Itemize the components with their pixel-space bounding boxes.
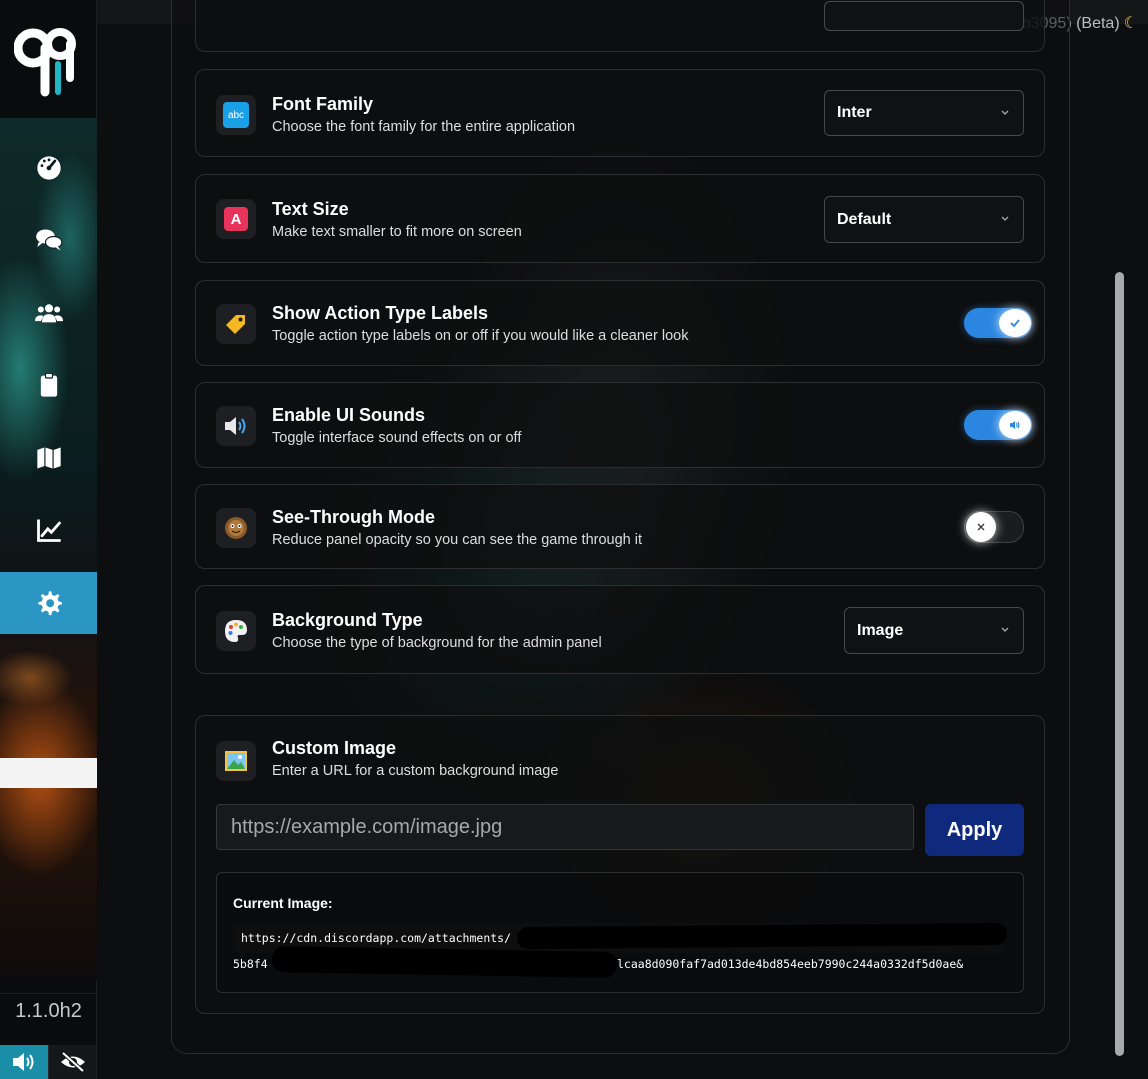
- see-through-card: See-Through Mode Reduce panel opacity so…: [195, 484, 1045, 569]
- background-type-title: Background Type: [272, 610, 423, 630]
- see-through-title: See-Through Mode: [272, 507, 435, 527]
- sidebar: 1.1.0h2: [0, 0, 97, 1079]
- ui-sounds-title: Enable UI Sounds: [272, 405, 426, 425]
- sidebar-item-settings[interactable]: [0, 572, 97, 634]
- apply-button[interactable]: Apply: [925, 804, 1024, 856]
- redaction-mark: [516, 922, 1008, 950]
- chat-icon: [35, 229, 62, 251]
- clipboard-icon: [40, 372, 57, 397]
- sidebar-item-users[interactable]: [0, 282, 97, 344]
- custom-image-title: Custom Image: [272, 738, 397, 758]
- gear-icon: [38, 591, 62, 616]
- map-icon: [36, 447, 61, 469]
- font-family-select[interactable]: Inter: [824, 90, 1024, 136]
- sidebar-item-chat[interactable]: [0, 209, 97, 271]
- chart-icon: [36, 519, 61, 542]
- background-type-description: Choose the type of background for the ad…: [272, 635, 602, 651]
- app-version: 1.1.0h2: [0, 993, 97, 1023]
- action-labels-title: Show Action Type Labels: [272, 303, 489, 323]
- letter-a-icon-text: A: [224, 207, 248, 231]
- speaker-icon: [13, 1053, 34, 1071]
- chevron-down-icon: [1001, 216, 1009, 221]
- current-image-box: Current Image: https://cdn.discordapp.co…: [216, 872, 1024, 993]
- sidebar-item-reports[interactable]: [0, 354, 97, 416]
- custom-image-description: Enter a URL for a custom background imag…: [272, 763, 559, 779]
- current-image-label: Current Image:: [233, 895, 333, 911]
- action-labels-toggle[interactable]: [964, 308, 1032, 338]
- text-size-card: A Text Size Make text smaller to fit mor…: [195, 174, 1045, 263]
- letter-a-icon: A: [216, 199, 256, 239]
- close-icon: [977, 523, 985, 531]
- font-family-description: Choose the font family for the entire ap…: [272, 119, 576, 135]
- text-size-description: Make text smaller to fit more on screen: [272, 224, 522, 240]
- chevron-down-icon: [1001, 627, 1009, 632]
- bottom-bar: [0, 1045, 97, 1079]
- abc-icon-text: abc: [223, 102, 249, 128]
- background-type-card: Background Type Choose the type of backg…: [195, 585, 1045, 674]
- image-icon: [216, 741, 256, 781]
- current-url-line-2-end: lcaa8d090faf7ad013de4bd854eeb7990c244a03…: [617, 957, 964, 971]
- toggle-knob: [999, 411, 1031, 439]
- abc-icon: abc: [216, 95, 256, 135]
- ui-sounds-card: Enable UI Sounds Toggle interface sound …: [195, 382, 1045, 468]
- moon-icon: ☾: [1123, 15, 1138, 32]
- scrollbar-thumb[interactable]: [1115, 272, 1124, 1056]
- text-size-title: Text Size: [272, 199, 349, 219]
- toggle-knob: [966, 512, 996, 542]
- sidebar-item-dashboard[interactable]: [0, 137, 97, 199]
- image-url-input[interactable]: [216, 804, 914, 850]
- chevron-down-icon: [1001, 110, 1009, 115]
- current-url-line-1: https://cdn.discordapp.com/attachments/: [241, 931, 512, 945]
- toggle-knob: [999, 309, 1031, 337]
- text-size-select[interactable]: Default: [824, 196, 1024, 243]
- speaker-icon: [216, 406, 256, 446]
- text-size-value: Default: [837, 210, 892, 228]
- settings-card-partial: [195, 0, 1045, 52]
- partial-select[interactable]: [824, 1, 1024, 31]
- current-url-line-2-start: 5b8f4: [233, 957, 268, 971]
- palette-icon: [216, 611, 256, 651]
- sidebar-item-stats[interactable]: [0, 499, 97, 561]
- see-through-description: Reduce panel opacity so you can see the …: [272, 532, 642, 548]
- dashboard-icon: [36, 156, 61, 180]
- tag-icon: [216, 304, 256, 344]
- redaction-mark: [271, 945, 618, 979]
- background-type-value: Image: [857, 621, 904, 639]
- action-labels-description: Toggle action type labels on or off if y…: [272, 328, 689, 344]
- font-family-card: abc Font Family Choose the font family f…: [195, 69, 1045, 157]
- font-family-value: Inter: [837, 104, 872, 121]
- speaker-icon: [1010, 420, 1020, 430]
- font-family-title: Font Family: [272, 94, 374, 114]
- see-through-toggle[interactable]: [964, 511, 1024, 543]
- sound-toggle-button[interactable]: [0, 1045, 48, 1079]
- sidebar-item-map[interactable]: [0, 427, 97, 489]
- app-logo: [13, 18, 80, 98]
- visibility-toggle-button[interactable]: [48, 1045, 96, 1079]
- cookie-icon: [216, 508, 256, 548]
- action-labels-card: Show Action Type Labels Toggle action ty…: [195, 280, 1045, 366]
- check-icon: [1010, 319, 1020, 328]
- background-type-select[interactable]: Image: [844, 607, 1024, 654]
- ui-sounds-toggle[interactable]: [964, 410, 1032, 440]
- users-icon: [34, 304, 63, 323]
- ui-sounds-description: Toggle interface sound effects on or off: [272, 430, 522, 446]
- eye-slash-icon: [60, 1051, 85, 1073]
